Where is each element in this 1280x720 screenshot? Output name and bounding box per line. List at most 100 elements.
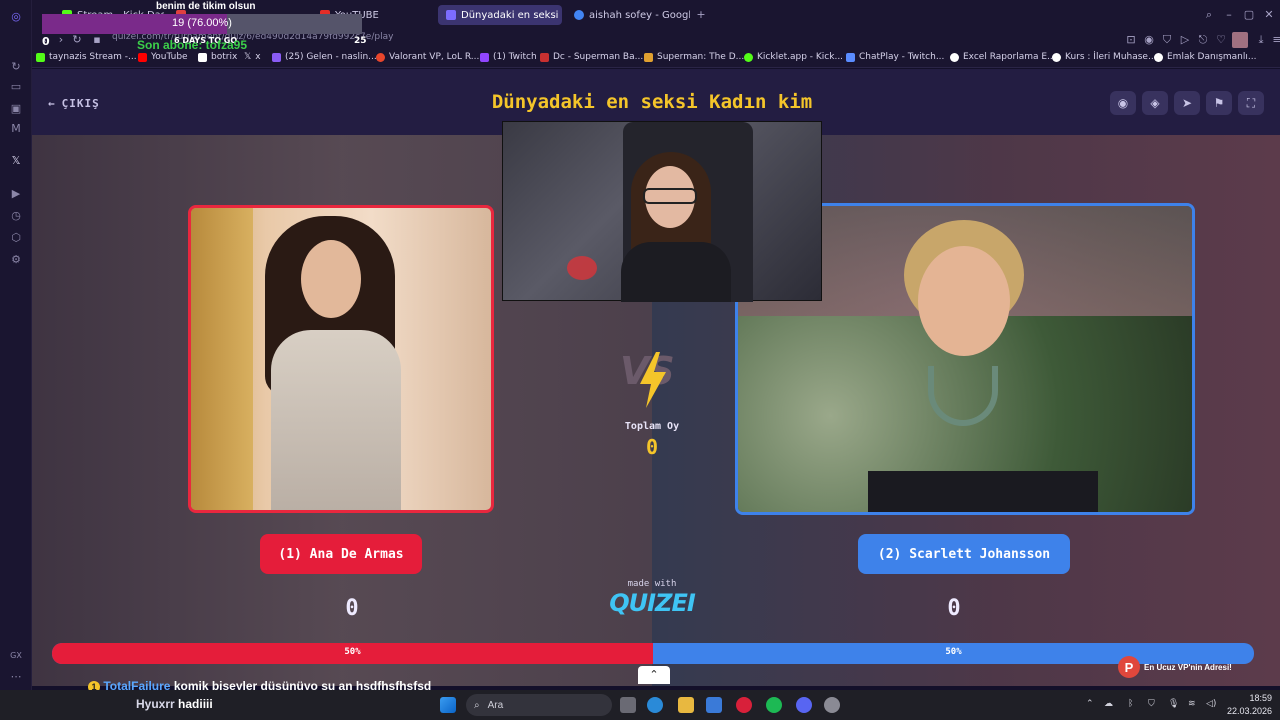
history-icon[interactable]: ↻ [8,58,24,74]
taskbar-search[interactable]: ⌕ Ara [466,694,612,716]
bookmark-superman-ba[interactable]: Dc - Superman Ba... [540,52,643,62]
bookmark-label: ChatPlay - Twitch... [859,52,945,62]
reload-icon[interactable]: ↻ [70,33,84,47]
quizei-logo[interactable]: QUIZEI [602,589,702,617]
total-votes-label: Toplam Oy [624,421,680,432]
bookmark-gelen[interactable]: (25) Gelen - naslin... [272,52,377,62]
tray-shield-icon[interactable]: ⛉ [1148,699,1155,709]
opera-gx-icon[interactable] [736,697,752,713]
vote-share-bar: 50% 50% [52,643,1254,664]
tab-quiz[interactable]: Dünyadaki en seksi Kadın [438,5,562,25]
sub-goal-bar: 19 (76.00%) [42,14,362,34]
system-clock[interactable]: 18:59 22.03.2026 [1226,692,1272,718]
share-icon[interactable]: ⎋ [1196,33,1210,47]
wifi-icon[interactable]: ≋ [1188,699,1196,709]
volume-icon[interactable]: ◁) [1206,699,1216,709]
minimize-icon[interactable]: – [1222,8,1236,22]
bookmark-kurs[interactable]: Kurs : İleri Muhase... [1052,52,1157,62]
x-app-icon[interactable]: 𝕏 [8,152,24,168]
discord-icon[interactable] [796,697,812,713]
kick-icon [36,52,45,62]
vote-right-button[interactable]: (2) Scarlett Johansson [858,534,1070,574]
face-shape [301,240,361,318]
downloads-icon[interactable]: ⤓ [1254,33,1268,47]
last-subscriber: Son abone: tofza95 [137,38,248,52]
bookmark-taynazis[interactable]: taynazis Stream -... [36,52,137,62]
oscar-statue [191,208,253,510]
forward-icon[interactable]: › [54,33,68,47]
m-app-icon[interactable]: M [8,120,24,136]
total-votes-value: 0 [645,435,659,459]
close-icon[interactable]: ✕ [1262,8,1276,22]
bookmark-kicklet[interactable]: Kicklet.app - Kick... [744,52,843,62]
clock-icon[interactable]: ◷ [8,207,24,223]
send-icon[interactable]: ➤ [1174,91,1200,115]
tray-chevron-icon[interactable]: ⌃ [1086,699,1094,709]
tab-label: aishah sofey - Google'da A [589,9,690,21]
google-icon [574,10,584,20]
spotify-icon[interactable] [766,697,782,713]
opera-gx-logo-icon[interactable]: ◎ [8,8,24,24]
eye-icon[interactable]: ◉ [1110,91,1136,115]
left-vote-count: 0 [345,596,359,621]
windows-start-icon[interactable] [440,697,456,713]
heater-light [567,256,597,280]
cube-icon[interactable]: ⬡ [8,229,24,245]
bookmark-emlak[interactable]: Emlak Danışmanlı... [1154,52,1256,62]
fullscreen-icon[interactable]: ⛶ [1238,91,1264,115]
bookmark-x[interactable]: 𝕏x [244,52,261,62]
vote-left-button[interactable]: (1) Ana De Armas [260,534,422,574]
quiz-icon [446,10,456,20]
bookmark-superman-d[interactable]: Superman: The D... [644,52,744,62]
bookmark-twitch[interactable]: (1) Twitch [480,52,537,62]
bookmark-valorant[interactable]: Valorant VP, LoL R... [376,52,479,62]
settings-icon[interactable]: ⚙ [8,251,24,267]
face-shape [918,246,1010,356]
bookmark-botrix[interactable]: botrix [198,52,237,62]
app-icon[interactable] [824,697,840,713]
bookmark-chatplay[interactable]: ChatPlay - Twitch... [846,52,944,62]
heart-icon[interactable]: ♡ [1214,33,1228,47]
goal-start: 0 [42,35,50,48]
chevron-up-icon[interactable]: ⌃ [638,666,670,684]
new-tab-icon[interactable]: + [694,8,708,22]
play-icon[interactable]: ▷ [1178,33,1192,47]
shield-icon[interactable]: ⛉ [1160,33,1174,47]
shapes-icon[interactable]: ◈ [1142,91,1168,115]
bookmark-label: x [255,52,261,62]
superman-icon [644,52,653,62]
bookmark-excel[interactable]: Excel Raporlama E... [950,52,1056,62]
store-icon[interactable] [706,697,722,713]
mail-icon [272,52,281,62]
controller-icon[interactable]: ▣ [8,100,24,116]
bookmarks-bar: taynazis Stream -... YouTube botrix 𝕏x (… [32,50,1280,68]
bluetooth-icon[interactable]: ᛒ [1128,699,1133,709]
candidate-left-image[interactable] [188,205,494,513]
search-icon: ⌕ [474,699,480,711]
microphone-icon[interactable]: 🎙 [1168,699,1179,709]
tab-google[interactable]: aishah sofey - Google'da A [566,5,690,25]
file-explorer-icon[interactable] [678,697,694,713]
player-icon[interactable]: ▶ [8,185,24,201]
sponsor-logo-icon: P [1118,656,1140,678]
edge-icon[interactable] [647,697,663,713]
search-tabs-icon[interactable]: ⌕ [1202,8,1216,22]
bookmark-label: (25) Gelen - naslin... [285,52,377,62]
more-icon[interactable]: ⋯ [8,668,24,684]
bookmark-icon[interactable]: ⊡ [1124,33,1138,47]
maximize-icon[interactable]: ▢ [1242,8,1256,22]
bookmark-youtube[interactable]: YouTube [138,52,188,62]
menu-icon[interactable]: ≡ [1270,33,1280,47]
profile-avatar[interactable] [1232,32,1248,48]
clock-date: 22.03.2026 [1226,706,1272,716]
tray-app-icon[interactable]: ☁ [1104,699,1113,709]
camera-icon[interactable]: ◉ [1142,33,1156,47]
bag-icon[interactable]: ▭ [8,78,24,94]
sub-goal-text: 19 (76.00%) [172,17,232,29]
streamer-body [621,242,731,302]
gx-icon[interactable]: GX [8,647,24,663]
task-view-icon[interactable] [620,697,636,713]
bookmark-label: botrix [211,52,238,62]
bookmark-label: Kicklet.app - Kick... [757,52,844,62]
flag-icon[interactable]: ⚑ [1206,91,1232,115]
